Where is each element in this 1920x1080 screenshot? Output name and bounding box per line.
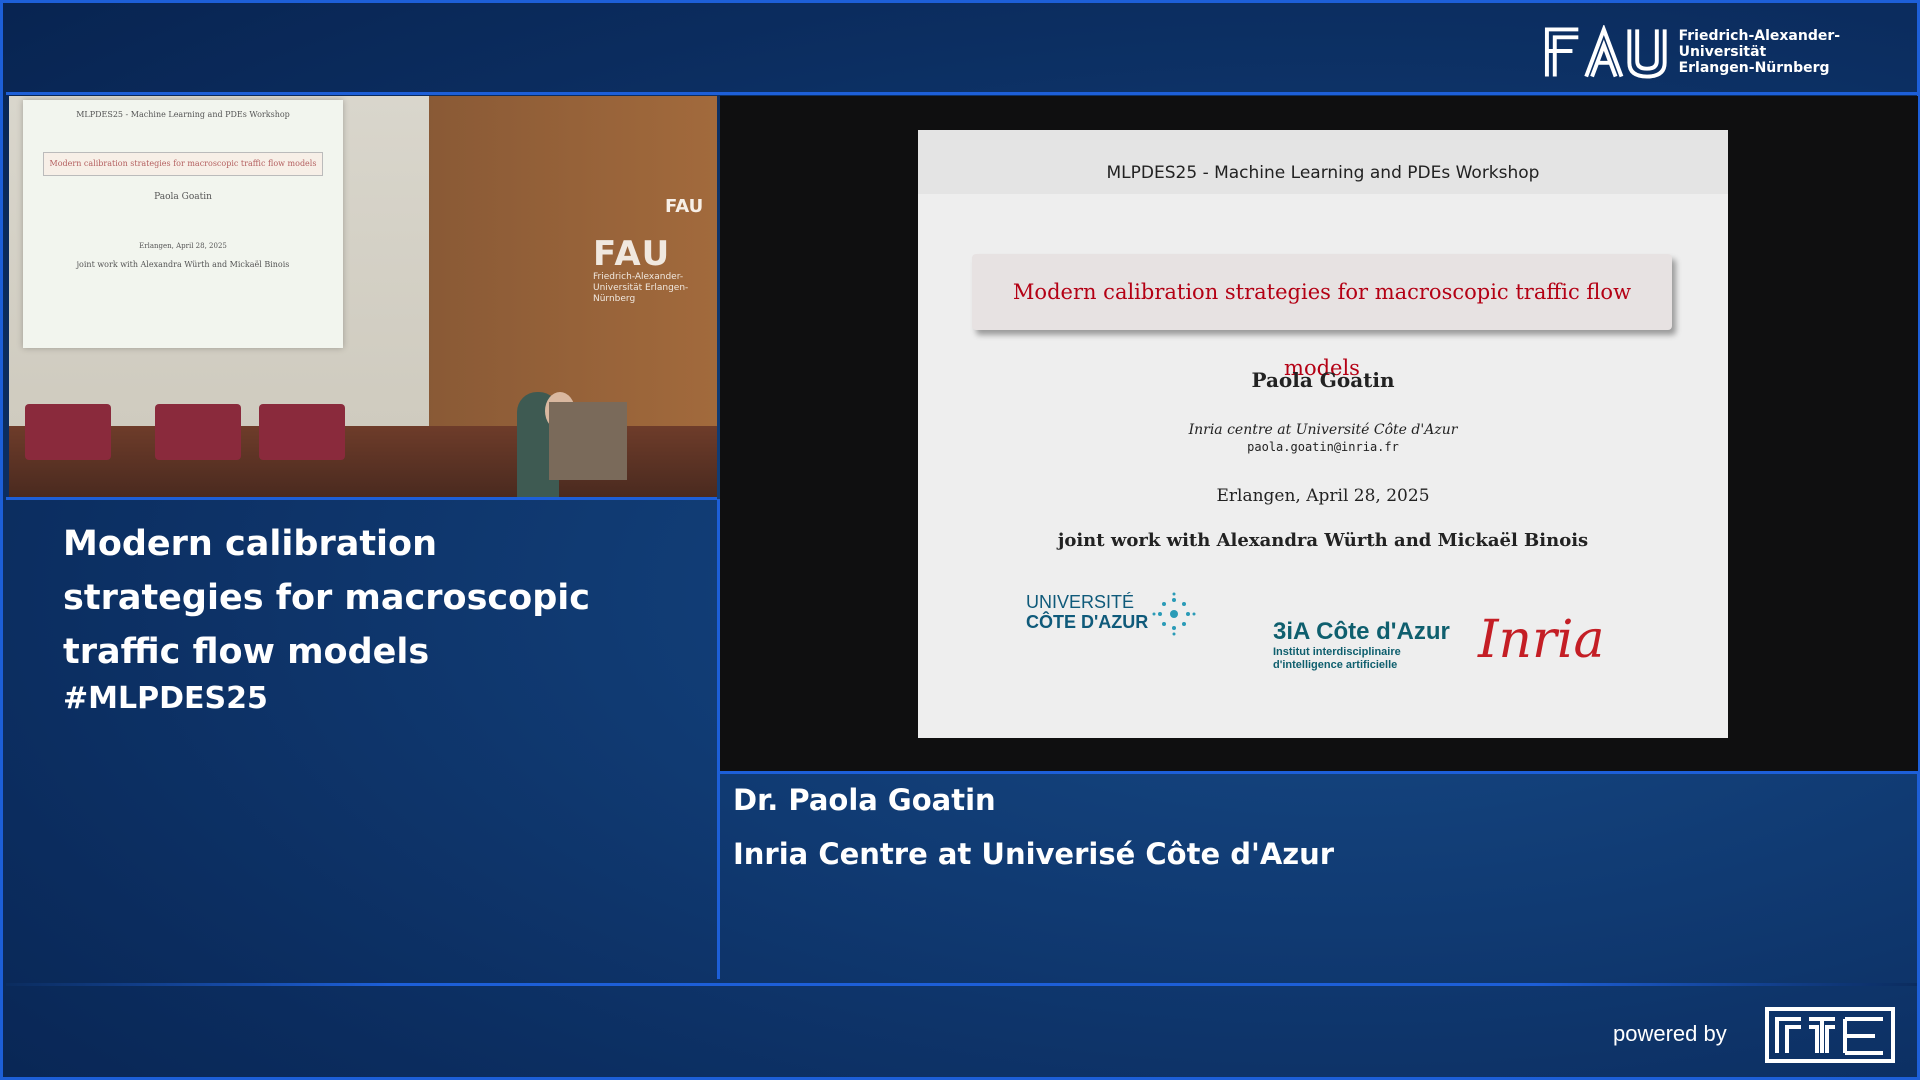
3ia-logo-line-1: Institut interdisciplinaire	[1273, 646, 1401, 658]
header-bar: Friedrich-Alexander-Universität Erlangen…	[3, 3, 1920, 95]
fau-logo: Friedrich-Alexander-Universität Erlangen…	[1543, 25, 1920, 79]
fau-logo-line-2: Erlangen-Nürnberg	[1678, 60, 1830, 76]
slide-joint-work: joint work with Alexandra Würth and Mick…	[1057, 530, 1589, 551]
camera-projection-screen: MLPDES25 - Machine Learning and PDEs Wor…	[23, 100, 343, 348]
slide-divider	[717, 771, 1917, 774]
camera-seat	[155, 404, 241, 460]
uca-logo-line-1: UNIVERSITÉ	[1026, 592, 1135, 612]
uca-sun-icon	[1152, 592, 1196, 636]
talk-hashtag: #MLPDES25	[63, 681, 268, 716]
uca-logo-line-2: CÔTE D'AZUR	[1026, 612, 1149, 632]
header-divider	[6, 92, 1917, 95]
fau-logo-line-1: Friedrich-Alexander-Universität	[1678, 28, 1841, 60]
stream-overlay: Friedrich-Alexander-Universität Erlangen…	[0, 0, 1920, 1080]
powered-by-label: powered by	[1613, 1021, 1727, 1046]
presentation-slide: MLPDES25 - Machine Learning and PDEs Wor…	[918, 130, 1728, 738]
slide-workshop-header: MLPDES25 - Machine Learning and PDEs Wor…	[918, 130, 1728, 194]
camera-seat	[259, 404, 345, 460]
slide-author: Paola Goatin	[1251, 368, 1395, 392]
inria-logo: Inria	[1478, 610, 1605, 670]
camera-fau-wall-text: Friedrich-Alexander-Universität Erlangen…	[593, 272, 689, 304]
3ia-cote-dazur-logo: 3iA Côte d'Azur Institut interdisciplina…	[1273, 618, 1450, 672]
speaker-institution: Inria Centre at Univerisé Côte d'Azur	[733, 837, 1335, 871]
camera-fau-wall-logo: FAU	[593, 234, 672, 274]
camera-screen-author: Paola Goatin	[154, 192, 212, 202]
camera-fau-small-logo: FAU	[665, 196, 704, 217]
camera-divider	[6, 497, 717, 500]
speaker-name: Dr. Paola Goatin	[733, 783, 996, 817]
fau-logo-mark-icon	[1544, 25, 1667, 79]
slide-date: Erlangen, April 28, 2025	[1216, 486, 1430, 506]
slide-title: Modern calibration strategies for macros…	[972, 254, 1672, 380]
fau-logo-text: Friedrich-Alexander-Universität Erlangen…	[1679, 28, 1920, 76]
camera-screen-date: Erlangen, April 28, 2025	[139, 242, 227, 250]
footer-divider	[6, 983, 1917, 986]
slide-frame: MLPDES25 - Machine Learning and PDEs Wor…	[720, 96, 1918, 771]
slide-institution: Inria centre at Université Côte d'Azur	[1188, 422, 1458, 438]
camera-view: MLPDES25 - Machine Learning and PDEs Wor…	[9, 96, 717, 497]
talk-title: Modern calibration strategies for macros…	[63, 524, 590, 672]
camera-podium	[549, 402, 627, 480]
camera-screen-head: MLPDES25 - Machine Learning and PDEs Wor…	[76, 110, 290, 119]
slide-email: paola.goatin@inria.fr	[1247, 440, 1399, 454]
camera-screen-joint: joint work with Alexandra Würth and Mick…	[76, 260, 290, 269]
camera-screen-title: Modern calibration strategies for macros…	[43, 152, 323, 176]
universite-cote-dazur-logo: UNIVERSITÉ CÔTE D'AZUR	[1026, 592, 1196, 636]
camera-seat	[25, 404, 111, 460]
fau-tv-logo-icon	[1765, 1007, 1895, 1063]
3ia-logo-title: 3iA Côte d'Azur	[1273, 618, 1450, 645]
3ia-logo-line-2: d'intelligence artificielle	[1273, 659, 1398, 671]
